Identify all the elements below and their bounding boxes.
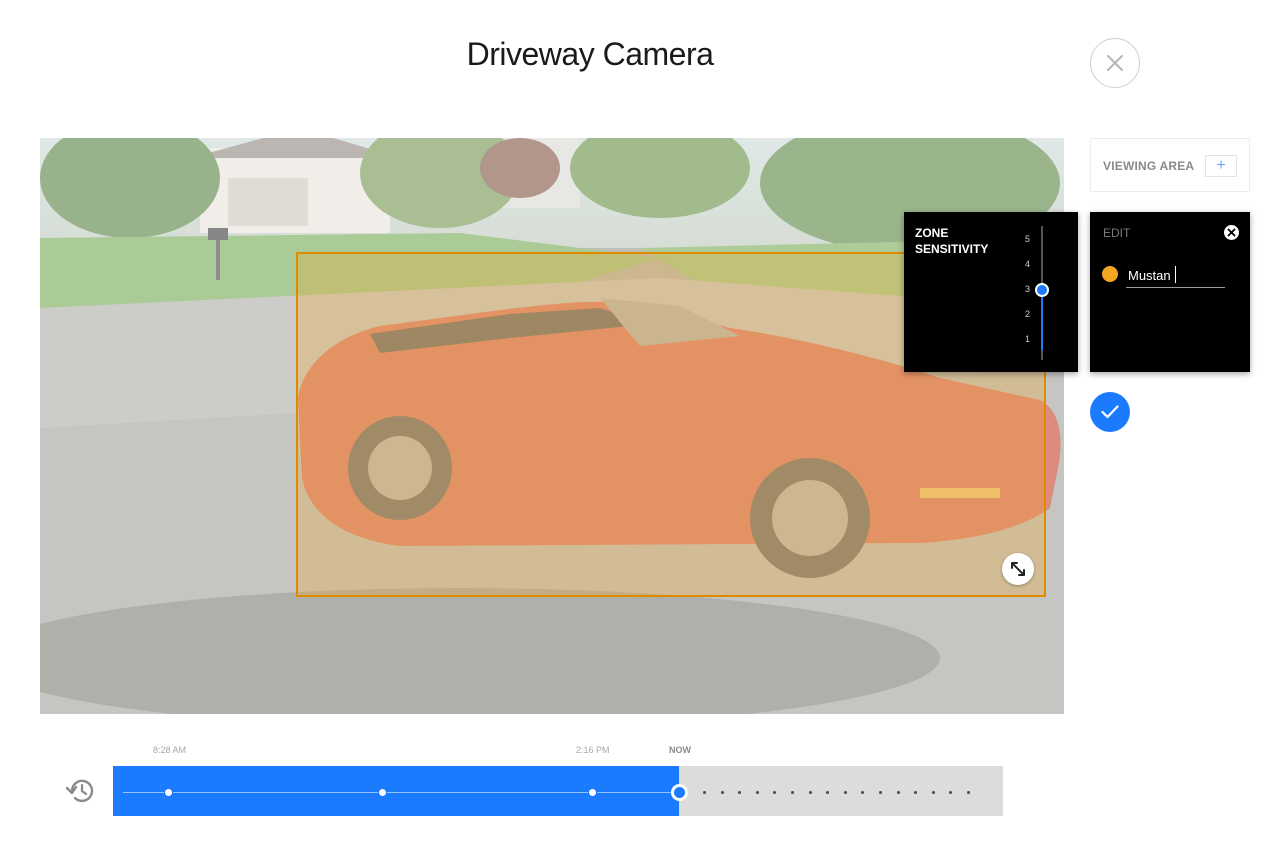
checkmark-icon	[1101, 405, 1119, 419]
timeline-label-mid: 2:16 PM	[576, 745, 610, 755]
timeline-future-tick	[721, 791, 724, 794]
timeline-future-tick	[791, 791, 794, 794]
close-icon	[1107, 55, 1123, 71]
timeline-label-start: 8:28 AM	[153, 745, 187, 755]
viewing-area-card: VIEWING AREA +	[1090, 138, 1250, 192]
edit-label: EDIT	[1103, 226, 1131, 240]
timeline-future-tick	[703, 791, 706, 794]
text-caret	[1175, 266, 1176, 283]
timeline-future-tick	[879, 791, 882, 794]
timeline-future-tick	[738, 791, 741, 794]
close-button[interactable]	[1090, 38, 1140, 88]
timeline-future-tick	[844, 791, 847, 794]
sensitivity-slider-fill	[1041, 290, 1043, 350]
timeline-future-tick	[967, 791, 970, 794]
timeline-future-tick	[809, 791, 812, 794]
timeline-scrubber[interactable]	[113, 766, 1003, 816]
sensitivity-tick: 4	[1024, 259, 1030, 269]
history-icon	[65, 779, 94, 803]
close-icon	[1227, 228, 1236, 237]
timeline-event-marker[interactable]	[378, 788, 387, 797]
timeline-future-tick	[756, 791, 759, 794]
zone-sensitivity-label: ZONE SENSITIVITY	[915, 226, 989, 256]
zone-resize-handle[interactable]	[1002, 553, 1034, 585]
timeline-future-tick	[914, 791, 917, 794]
timeline-playhead[interactable]	[671, 784, 688, 801]
timeline-future-tick	[949, 791, 952, 794]
plus-icon: +	[1216, 157, 1226, 174]
timeline-future-tick	[826, 791, 829, 794]
timeline-future-tick	[773, 791, 776, 794]
page-title: Driveway Camera	[466, 36, 714, 72]
timeline-event-marker[interactable]	[164, 788, 173, 797]
timeline-future-tick	[861, 791, 864, 794]
sensitivity-tick: 3	[1024, 284, 1030, 294]
timeline-label-now: NOW	[669, 745, 691, 755]
timeline-event-marker[interactable]	[588, 788, 597, 797]
history-button[interactable]	[64, 774, 98, 808]
zone-color-swatch[interactable]	[1102, 266, 1118, 282]
sensitivity-slider-handle[interactable]	[1035, 283, 1049, 297]
viewing-area-label: VIEWING AREA	[1103, 159, 1195, 173]
add-viewing-area-button[interactable]: +	[1205, 155, 1237, 177]
zone-edit-panel: EDIT	[1090, 212, 1250, 372]
sensitivity-tick: 2	[1024, 309, 1030, 319]
camera-zone-editor: Driveway Camera ZONE SENSITIVITY 5 4 3 2…	[0, 0, 1280, 850]
edit-close-button[interactable]	[1224, 225, 1239, 240]
timeline-future-tick	[932, 791, 935, 794]
timeline-future-tick	[897, 791, 900, 794]
confirm-button[interactable]	[1090, 392, 1130, 432]
resize-diagonal-icon	[1011, 562, 1025, 576]
zone-sensitivity-panel: ZONE SENSITIVITY 5 4 3 2 1	[904, 212, 1078, 372]
sensitivity-tick: 5	[1024, 234, 1030, 244]
sensitivity-tick: 1	[1024, 334, 1030, 344]
